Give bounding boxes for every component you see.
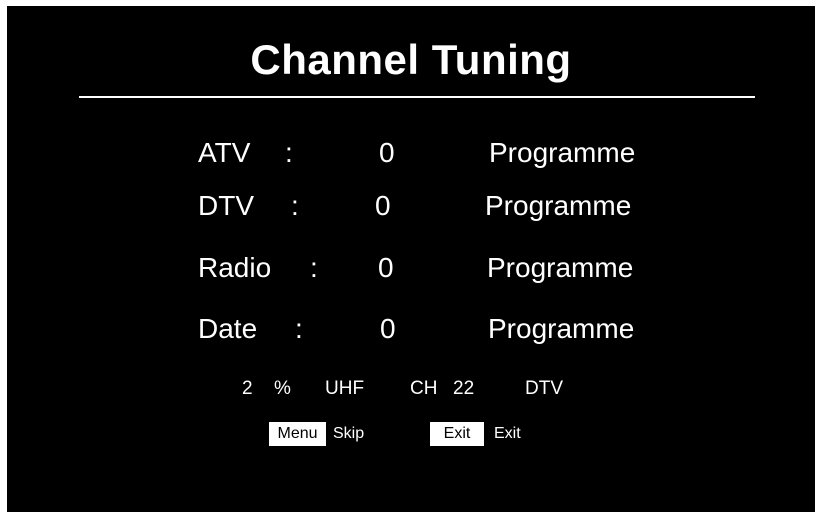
row-count: 0 <box>379 137 395 168</box>
tuning-mode: DTV <box>525 378 563 399</box>
channel-label: CH <box>410 378 438 399</box>
row-unit: Programme <box>485 190 632 221</box>
page-title: Channel Tuning <box>250 36 572 83</box>
row-label: Date <box>198 313 258 344</box>
progress-unit: % <box>274 378 291 399</box>
band-label: UHF <box>325 378 365 399</box>
row-unit: Programme <box>487 252 634 283</box>
row-separator: : <box>291 190 299 221</box>
title-divider <box>79 96 755 98</box>
menu-key-badge[interactable]: Menu <box>269 422 326 446</box>
row-count: 0 <box>375 190 391 221</box>
progress-value: 2 <box>242 378 253 399</box>
row-separator: : <box>310 252 318 283</box>
channel-number: 22 <box>453 378 475 399</box>
row-count: 0 <box>380 313 396 344</box>
channel-tuning-screen: Channel Tuning ATV : 0 Programme DTV : 0… <box>7 6 815 512</box>
row-count: 0 <box>378 252 394 283</box>
row-label: Radio <box>198 252 272 283</box>
exit-key-action: Exit <box>494 425 521 442</box>
row-label: DTV <box>198 190 254 221</box>
menu-key-action: Skip <box>333 425 365 442</box>
row-separator: : <box>295 313 303 344</box>
row-label: ATV <box>198 137 251 168</box>
row-separator: : <box>285 137 293 168</box>
exit-key-badge[interactable]: Exit <box>430 422 484 446</box>
row-unit: Programme <box>488 313 635 344</box>
row-unit: Programme <box>489 137 636 168</box>
